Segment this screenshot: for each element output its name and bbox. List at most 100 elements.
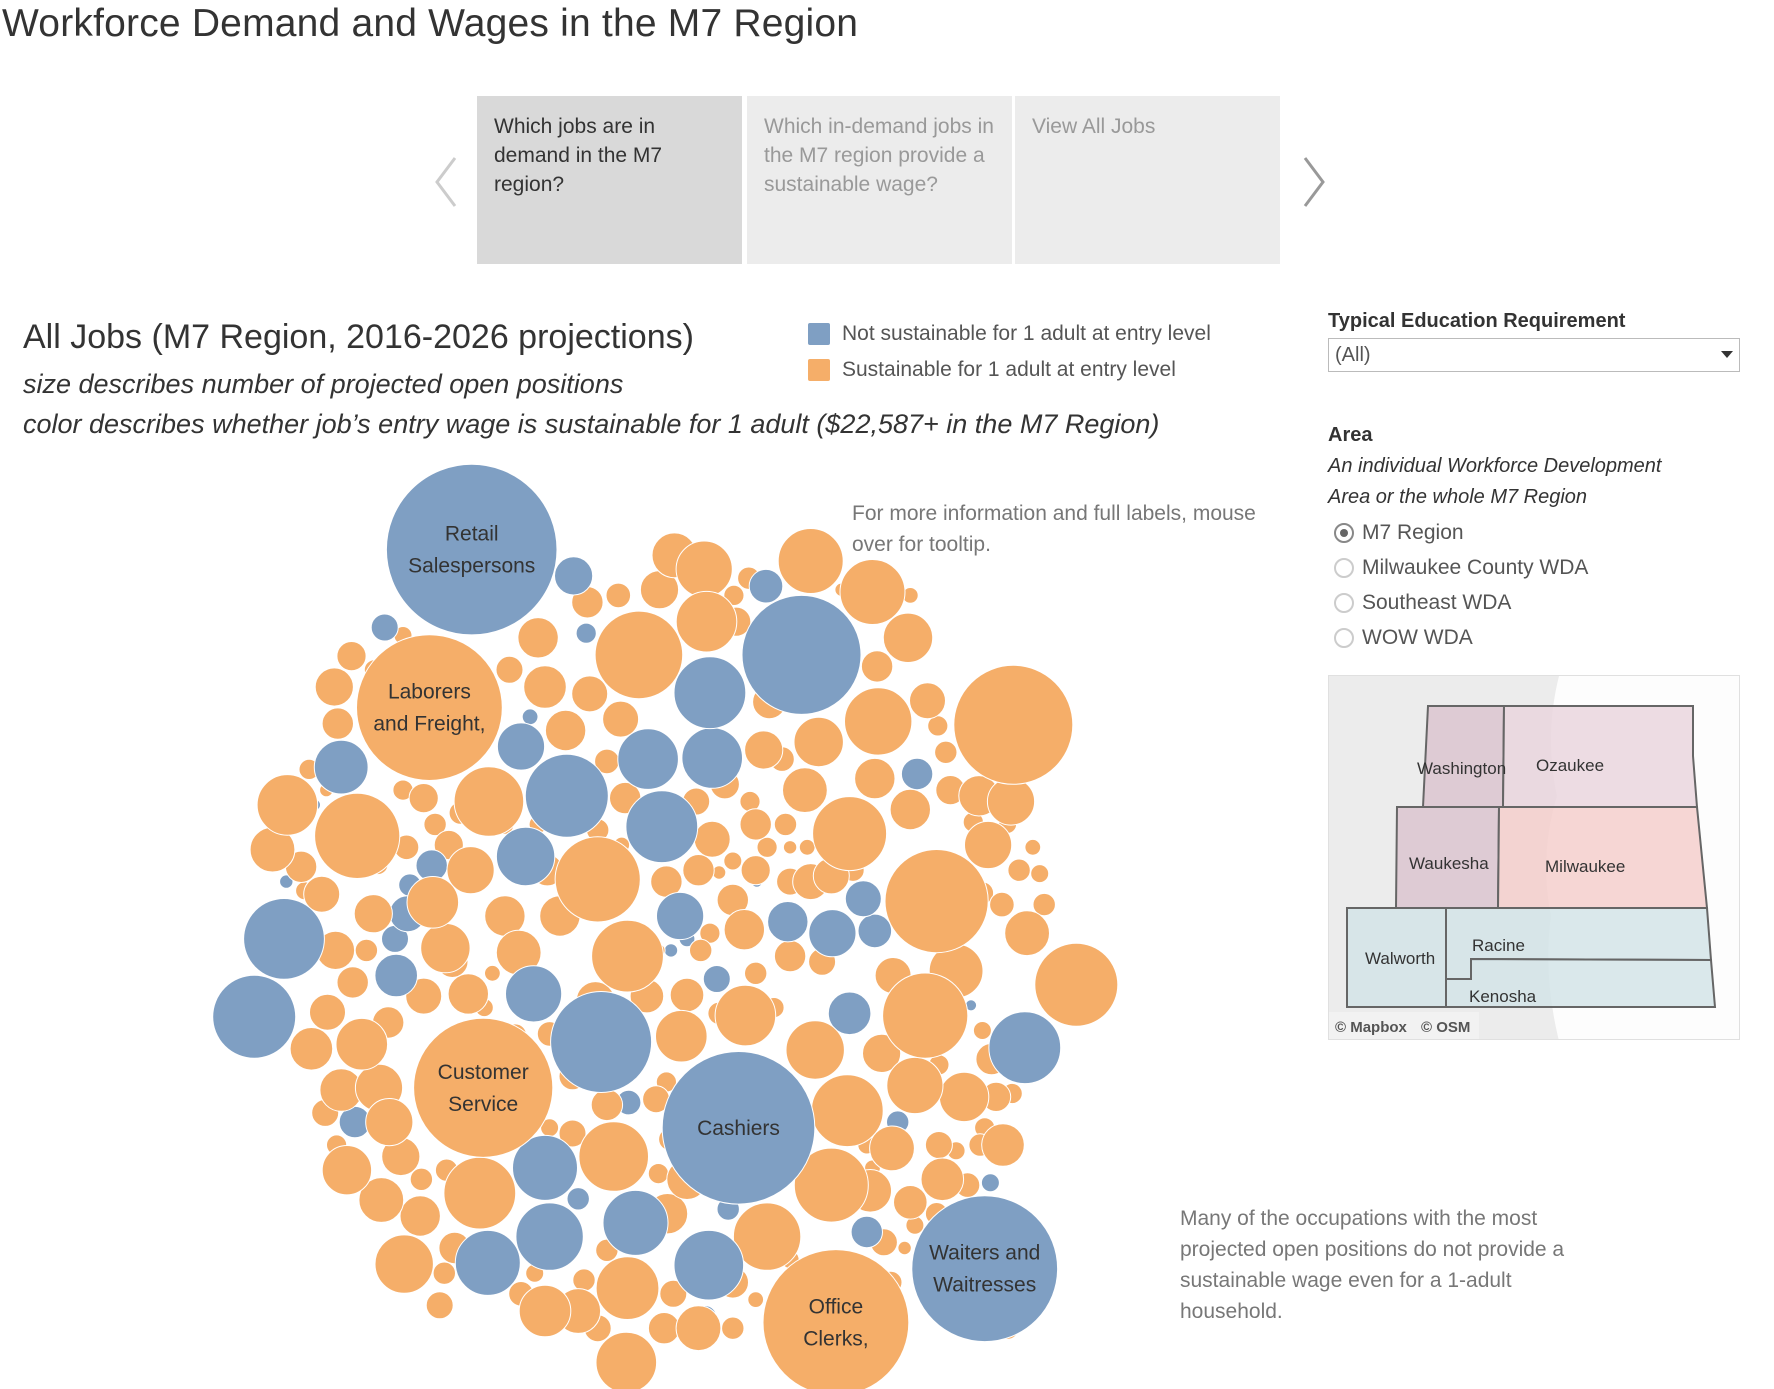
bubble-not-sustainable[interactable]: [550, 991, 653, 1093]
bubble-not-sustainable[interactable]: [656, 891, 705, 941]
legend-item-sustainable[interactable]: Sustainable for 1 adult at entry level: [808, 358, 1176, 382]
bubble-not-sustainable[interactable]: [617, 728, 679, 790]
bubble-sustainable[interactable]: [432, 1261, 456, 1285]
bubble-sustainable[interactable]: [793, 716, 844, 768]
bubble-sustainable[interactable]: [938, 1071, 990, 1123]
bubble-not-sustainable[interactable]: [850, 1215, 883, 1249]
bubble-not-sustainable[interactable]: [515, 1202, 584, 1271]
bubble-not-sustainable[interactable]: [385, 463, 558, 636]
radio-icon[interactable]: [1334, 628, 1354, 648]
bubble-sustainable[interactable]: [744, 961, 768, 985]
bubble-sustainable[interactable]: [839, 559, 906, 625]
bubble-sustainable[interactable]: [714, 984, 777, 1047]
bubble-sustainable[interactable]: [408, 783, 439, 814]
bubble-sustainable[interactable]: [314, 792, 401, 879]
bubble-sustainable[interactable]: [773, 939, 807, 973]
bubble-sustainable[interactable]: [289, 1027, 334, 1071]
bubble-sustainable[interactable]: [675, 1305, 722, 1352]
education-dropdown[interactable]: (All): [1328, 338, 1740, 372]
bubble-not-sustainable[interactable]: [374, 953, 419, 998]
bubble-sustainable[interactable]: [484, 964, 501, 982]
bubble-sustainable[interactable]: [1007, 858, 1031, 882]
chevron-right-icon[interactable]: [1299, 152, 1329, 212]
bubble-sustainable[interactable]: [785, 1020, 845, 1080]
story-tab-2[interactable]: Which in-demand jobs in the M7 region pr…: [747, 96, 1012, 264]
bubble-not-sustainable[interactable]: [554, 556, 594, 596]
bubble-sustainable[interactable]: [517, 617, 559, 659]
bubble-sustainable[interactable]: [812, 796, 888, 872]
bubble-sustainable[interactable]: [762, 1249, 910, 1389]
packed-bubble-chart[interactable]: Retail SalespersonsLaborers and Freight,Cu…: [0, 440, 1150, 1389]
bubble-sustainable[interactable]: [777, 528, 844, 594]
bubble-sustainable[interactable]: [756, 836, 778, 858]
bubble-sustainable[interactable]: [602, 700, 640, 738]
bubble-sustainable[interactable]: [447, 973, 489, 1015]
bubble-sustainable[interactable]: [409, 1167, 434, 1191]
bubble-not-sustainable[interactable]: [566, 1187, 590, 1211]
bubble-sustainable[interactable]: [721, 1316, 745, 1340]
bubble-sustainable[interactable]: [544, 709, 587, 752]
bubble-not-sustainable[interactable]: [625, 790, 699, 864]
bubble-sustainable[interactable]: [986, 777, 1036, 826]
bubble-sustainable[interactable]: [647, 1312, 681, 1345]
bubble-sustainable[interactable]: [647, 1163, 670, 1185]
bubble-sustainable[interactable]: [314, 667, 354, 707]
bubble-not-sustainable[interactable]: [524, 753, 609, 838]
bubble-sustainable[interactable]: [953, 664, 1074, 785]
legend-item-not-sustainable[interactable]: Not sustainable for 1 adult at entry lev…: [808, 322, 1234, 346]
radio-selected-icon[interactable]: [1334, 523, 1354, 543]
bubble-not-sustainable[interactable]: [602, 1189, 669, 1256]
bubble-sustainable[interactable]: [595, 1331, 658, 1389]
bubble-sustainable[interactable]: [854, 757, 896, 800]
bubble-sustainable[interactable]: [964, 820, 1013, 870]
bubble-sustainable[interactable]: [413, 1017, 554, 1158]
bubble-sustainable[interactable]: [884, 849, 989, 954]
bubble-sustainable[interactable]: [523, 665, 567, 709]
area-option-southeast[interactable]: Southeast WDA: [1334, 591, 1511, 615]
bubble-sustainable[interactable]: [689, 938, 713, 963]
bubble-sustainable[interactable]: [420, 922, 471, 974]
bubble-sustainable[interactable]: [889, 788, 931, 831]
bubble-sustainable[interactable]: [572, 1268, 596, 1292]
bubble-sustainable[interactable]: [1024, 838, 1042, 856]
bubble-not-sustainable[interactable]: [741, 594, 862, 715]
bubble-sustainable[interactable]: [605, 582, 632, 609]
bubble-not-sustainable[interactable]: [702, 965, 731, 993]
bubble-not-sustainable[interactable]: [673, 1229, 745, 1301]
bubble-not-sustainable[interactable]: [495, 826, 556, 887]
story-tab-1[interactable]: Which jobs are in demand in the M7 regio…: [477, 96, 742, 264]
radio-icon[interactable]: [1334, 593, 1354, 613]
bubble-sustainable[interactable]: [595, 1256, 660, 1320]
area-option-milwaukee-county[interactable]: Milwaukee County WDA: [1334, 556, 1588, 580]
bubble-sustainable[interactable]: [882, 972, 969, 1059]
bubble-sustainable[interactable]: [747, 1291, 765, 1308]
bubble-sustainable[interactable]: [723, 851, 743, 871]
bubble-sustainable[interactable]: [972, 1021, 992, 1040]
bubble-sustainable[interactable]: [655, 1009, 708, 1063]
bubble-not-sustainable[interactable]: [980, 1173, 1000, 1193]
bubble-sustainable[interactable]: [981, 1123, 1025, 1167]
bubble-not-sustainable[interactable]: [767, 901, 809, 943]
bubble-not-sustainable[interactable]: [808, 909, 857, 958]
bubble-sustainable[interactable]: [909, 682, 946, 720]
bubble-sustainable[interactable]: [443, 1156, 517, 1230]
bubble-sustainable[interactable]: [399, 1195, 441, 1237]
bubble-sustainable[interactable]: [675, 590, 738, 653]
bubble-sustainable[interactable]: [773, 812, 798, 837]
chevron-left-icon[interactable]: [431, 152, 461, 212]
area-option-m7-region[interactable]: M7 Region: [1334, 521, 1464, 545]
bubble-not-sustainable[interactable]: [243, 898, 325, 980]
bubble-sustainable[interactable]: [782, 840, 798, 855]
bubble-sustainable[interactable]: [744, 730, 784, 770]
bubble-not-sustainable[interactable]: [521, 708, 539, 726]
bubble-sustainable[interactable]: [860, 650, 894, 683]
bubble-sustainable[interactable]: [682, 854, 715, 887]
bubble-sustainable[interactable]: [739, 808, 772, 841]
bubble-sustainable[interactable]: [446, 846, 495, 895]
bubble-sustainable[interactable]: [374, 1234, 434, 1294]
bubble-sustainable[interactable]: [571, 675, 609, 713]
bubble-sustainable[interactable]: [723, 909, 765, 951]
story-tab-3[interactable]: View All Jobs: [1015, 96, 1280, 264]
bubble-sustainable[interactable]: [495, 655, 524, 684]
bubble-sustainable[interactable]: [1034, 942, 1119, 1027]
